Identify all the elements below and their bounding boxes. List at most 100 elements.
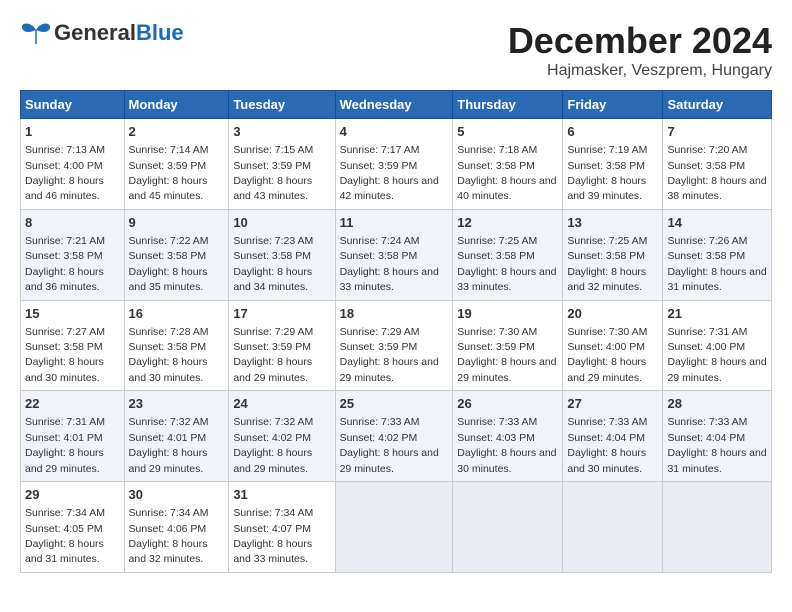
day-info: Sunrise: 7:32 AMSunset: 4:01 PMDaylight:… bbox=[129, 416, 209, 474]
day-number: 25 bbox=[340, 395, 449, 413]
table-row bbox=[453, 482, 563, 573]
day-info: Sunrise: 7:31 AMSunset: 4:01 PMDaylight:… bbox=[25, 416, 105, 474]
day-info: Sunrise: 7:23 AMSunset: 3:58 PMDaylight:… bbox=[233, 235, 313, 293]
day-number: 31 bbox=[233, 486, 330, 504]
table-row: 28 Sunrise: 7:33 AMSunset: 4:04 PMDaylig… bbox=[663, 391, 772, 482]
day-info: Sunrise: 7:27 AMSunset: 3:58 PMDaylight:… bbox=[25, 326, 105, 384]
table-row: 18 Sunrise: 7:29 AMSunset: 3:59 PMDaylig… bbox=[335, 300, 453, 391]
header-thursday: Thursday bbox=[453, 91, 563, 119]
day-info: Sunrise: 7:33 AMSunset: 4:04 PMDaylight:… bbox=[667, 416, 766, 474]
day-number: 27 bbox=[567, 395, 658, 413]
table-row: 3 Sunrise: 7:15 AMSunset: 3:59 PMDayligh… bbox=[229, 119, 335, 210]
day-number: 17 bbox=[233, 305, 330, 323]
page-subtitle: Hajmasker, Veszprem, Hungary bbox=[508, 62, 772, 80]
table-row: 12 Sunrise: 7:25 AMSunset: 3:58 PMDaylig… bbox=[453, 209, 563, 300]
day-info: Sunrise: 7:26 AMSunset: 3:58 PMDaylight:… bbox=[667, 235, 766, 293]
calendar-week-row: 22 Sunrise: 7:31 AMSunset: 4:01 PMDaylig… bbox=[21, 391, 772, 482]
day-info: Sunrise: 7:24 AMSunset: 3:58 PMDaylight:… bbox=[340, 235, 439, 293]
header-saturday: Saturday bbox=[663, 91, 772, 119]
calendar-week-row: 1 Sunrise: 7:13 AMSunset: 4:00 PMDayligh… bbox=[21, 119, 772, 210]
day-number: 19 bbox=[457, 305, 558, 323]
day-number: 5 bbox=[457, 123, 558, 141]
table-row: 26 Sunrise: 7:33 AMSunset: 4:03 PMDaylig… bbox=[453, 391, 563, 482]
table-row: 5 Sunrise: 7:18 AMSunset: 3:58 PMDayligh… bbox=[453, 119, 563, 210]
table-row: 25 Sunrise: 7:33 AMSunset: 4:02 PMDaylig… bbox=[335, 391, 453, 482]
day-info: Sunrise: 7:29 AMSunset: 3:59 PMDaylight:… bbox=[233, 326, 313, 384]
table-row: 17 Sunrise: 7:29 AMSunset: 3:59 PMDaylig… bbox=[229, 300, 335, 391]
day-number: 30 bbox=[129, 486, 225, 504]
day-number: 2 bbox=[129, 123, 225, 141]
table-row: 15 Sunrise: 7:27 AMSunset: 3:58 PMDaylig… bbox=[21, 300, 125, 391]
table-row bbox=[335, 482, 453, 573]
day-number: 3 bbox=[233, 123, 330, 141]
day-number: 16 bbox=[129, 305, 225, 323]
table-row: 10 Sunrise: 7:23 AMSunset: 3:58 PMDaylig… bbox=[229, 209, 335, 300]
day-number: 6 bbox=[567, 123, 658, 141]
day-number: 29 bbox=[25, 486, 120, 504]
day-info: Sunrise: 7:33 AMSunset: 4:04 PMDaylight:… bbox=[567, 416, 647, 474]
table-row: 23 Sunrise: 7:32 AMSunset: 4:01 PMDaylig… bbox=[124, 391, 229, 482]
day-info: Sunrise: 7:22 AMSunset: 3:58 PMDaylight:… bbox=[129, 235, 209, 293]
header-friday: Friday bbox=[563, 91, 663, 119]
logo-bird-icon bbox=[20, 22, 52, 44]
logo-text: GeneralBlue bbox=[54, 20, 184, 46]
table-row: 16 Sunrise: 7:28 AMSunset: 3:58 PMDaylig… bbox=[124, 300, 229, 391]
table-row: 13 Sunrise: 7:25 AMSunset: 3:58 PMDaylig… bbox=[563, 209, 663, 300]
table-row: 31 Sunrise: 7:34 AMSunset: 4:07 PMDaylig… bbox=[229, 482, 335, 573]
table-row bbox=[663, 482, 772, 573]
table-row: 24 Sunrise: 7:32 AMSunset: 4:02 PMDaylig… bbox=[229, 391, 335, 482]
table-row: 22 Sunrise: 7:31 AMSunset: 4:01 PMDaylig… bbox=[21, 391, 125, 482]
calendar-week-row: 8 Sunrise: 7:21 AMSunset: 3:58 PMDayligh… bbox=[21, 209, 772, 300]
table-row: 14 Sunrise: 7:26 AMSunset: 3:58 PMDaylig… bbox=[663, 209, 772, 300]
day-number: 13 bbox=[567, 214, 658, 232]
page-header: GeneralBlue December 2024 Hajmasker, Ves… bbox=[20, 20, 772, 80]
day-info: Sunrise: 7:30 AMSunset: 3:59 PMDaylight:… bbox=[457, 326, 556, 384]
calendar-week-row: 29 Sunrise: 7:34 AMSunset: 4:05 PMDaylig… bbox=[21, 482, 772, 573]
day-info: Sunrise: 7:14 AMSunset: 3:59 PMDaylight:… bbox=[129, 144, 209, 202]
table-row: 19 Sunrise: 7:30 AMSunset: 3:59 PMDaylig… bbox=[453, 300, 563, 391]
day-number: 21 bbox=[667, 305, 767, 323]
table-row: 4 Sunrise: 7:17 AMSunset: 3:59 PMDayligh… bbox=[335, 119, 453, 210]
logo: GeneralBlue bbox=[20, 20, 184, 46]
day-number: 14 bbox=[667, 214, 767, 232]
day-info: Sunrise: 7:28 AMSunset: 3:58 PMDaylight:… bbox=[129, 326, 209, 384]
day-number: 24 bbox=[233, 395, 330, 413]
day-info: Sunrise: 7:33 AMSunset: 4:02 PMDaylight:… bbox=[340, 416, 439, 474]
day-info: Sunrise: 7:32 AMSunset: 4:02 PMDaylight:… bbox=[233, 416, 313, 474]
day-info: Sunrise: 7:25 AMSunset: 3:58 PMDaylight:… bbox=[457, 235, 556, 293]
day-number: 22 bbox=[25, 395, 120, 413]
day-info: Sunrise: 7:33 AMSunset: 4:03 PMDaylight:… bbox=[457, 416, 556, 474]
table-row: 20 Sunrise: 7:30 AMSunset: 4:00 PMDaylig… bbox=[563, 300, 663, 391]
day-number: 12 bbox=[457, 214, 558, 232]
day-info: Sunrise: 7:25 AMSunset: 3:58 PMDaylight:… bbox=[567, 235, 647, 293]
day-info: Sunrise: 7:15 AMSunset: 3:59 PMDaylight:… bbox=[233, 144, 313, 202]
table-row: 30 Sunrise: 7:34 AMSunset: 4:06 PMDaylig… bbox=[124, 482, 229, 573]
header-wednesday: Wednesday bbox=[335, 91, 453, 119]
table-row: 6 Sunrise: 7:19 AMSunset: 3:58 PMDayligh… bbox=[563, 119, 663, 210]
title-section: December 2024 Hajmasker, Veszprem, Hunga… bbox=[508, 20, 772, 80]
day-number: 15 bbox=[25, 305, 120, 323]
day-info: Sunrise: 7:30 AMSunset: 4:00 PMDaylight:… bbox=[567, 326, 647, 384]
day-info: Sunrise: 7:20 AMSunset: 3:58 PMDaylight:… bbox=[667, 144, 766, 202]
day-info: Sunrise: 7:29 AMSunset: 3:59 PMDaylight:… bbox=[340, 326, 439, 384]
table-row: 29 Sunrise: 7:34 AMSunset: 4:05 PMDaylig… bbox=[21, 482, 125, 573]
calendar-week-row: 15 Sunrise: 7:27 AMSunset: 3:58 PMDaylig… bbox=[21, 300, 772, 391]
table-row: 8 Sunrise: 7:21 AMSunset: 3:58 PMDayligh… bbox=[21, 209, 125, 300]
day-number: 23 bbox=[129, 395, 225, 413]
day-info: Sunrise: 7:34 AMSunset: 4:05 PMDaylight:… bbox=[25, 507, 105, 565]
table-row: 9 Sunrise: 7:22 AMSunset: 3:58 PMDayligh… bbox=[124, 209, 229, 300]
table-row: 2 Sunrise: 7:14 AMSunset: 3:59 PMDayligh… bbox=[124, 119, 229, 210]
table-row: 1 Sunrise: 7:13 AMSunset: 4:00 PMDayligh… bbox=[21, 119, 125, 210]
table-row: 11 Sunrise: 7:24 AMSunset: 3:58 PMDaylig… bbox=[335, 209, 453, 300]
day-number: 20 bbox=[567, 305, 658, 323]
day-number: 7 bbox=[667, 123, 767, 141]
day-info: Sunrise: 7:31 AMSunset: 4:00 PMDaylight:… bbox=[667, 326, 766, 384]
day-number: 28 bbox=[667, 395, 767, 413]
calendar-header-row: Sunday Monday Tuesday Wednesday Thursday… bbox=[21, 91, 772, 119]
day-number: 26 bbox=[457, 395, 558, 413]
header-monday: Monday bbox=[124, 91, 229, 119]
table-row: 27 Sunrise: 7:33 AMSunset: 4:04 PMDaylig… bbox=[563, 391, 663, 482]
day-info: Sunrise: 7:18 AMSunset: 3:58 PMDaylight:… bbox=[457, 144, 556, 202]
calendar-table: Sunday Monday Tuesday Wednesday Thursday… bbox=[20, 90, 772, 573]
day-info: Sunrise: 7:17 AMSunset: 3:59 PMDaylight:… bbox=[340, 144, 439, 202]
